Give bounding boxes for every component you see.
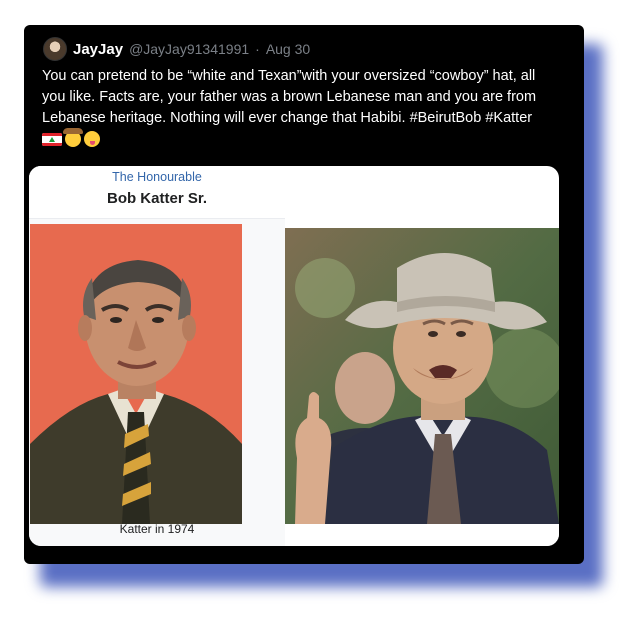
wiki-infobox: The Honourable Bob Katter Sr. Katter in … — [29, 166, 285, 546]
infobox-header: The Honourable Bob Katter Sr. — [29, 166, 285, 219]
tweet-header: JayJay @JayJay91341991 · Aug 30 — [43, 37, 310, 61]
infobox-title: The Honourable — [112, 170, 202, 184]
cowboy-face-icon — [63, 128, 83, 148]
winking-tongue-face-icon — [84, 131, 100, 148]
portrait-1974 — [30, 224, 242, 524]
avatar[interactable] — [43, 37, 67, 61]
emoji-row — [42, 128, 100, 148]
tweet-media[interactable]: The Honourable Bob Katter Sr. Katter in … — [29, 166, 559, 546]
lebanon-flag-icon — [42, 132, 62, 146]
tweet-card[interactable]: JayJay @JayJay91341991 · Aug 30 You can … — [24, 25, 584, 564]
portrait-1974-art — [30, 224, 242, 524]
display-name[interactable]: JayJay — [73, 41, 123, 58]
tweet-date[interactable]: Aug 30 — [266, 41, 310, 57]
infobox-name: Bob Katter Sr. — [106, 190, 208, 207]
separator-dot: · — [255, 41, 260, 57]
handle[interactable]: @JayJay91341991 — [129, 41, 249, 57]
recent-photo — [285, 228, 559, 524]
photo-caption: Katter in 1974 — [119, 522, 195, 536]
tweet-body: You can pretend to be “white and Texan”w… — [42, 68, 537, 126]
recent-photo-art — [285, 228, 559, 524]
media-bottom-fill — [285, 524, 559, 546]
tweet-text: You can pretend to be “white and Texan”w… — [42, 66, 562, 150]
